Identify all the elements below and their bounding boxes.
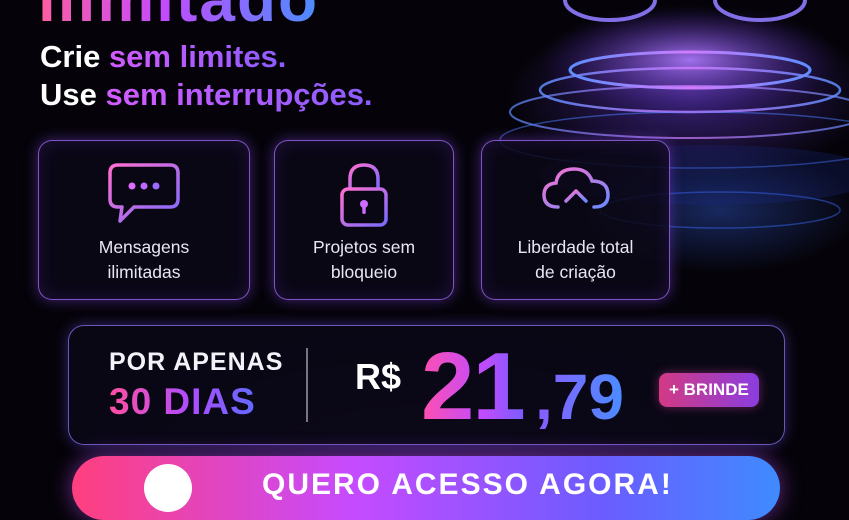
feature-label: Liberdade total de criação (482, 235, 669, 285)
price-offer-box: POR APENAS 30 DIAS R$ 21 ,79 + BRINDE (68, 325, 785, 445)
headline-line-1-prefix: Crie (40, 39, 101, 74)
headline-line-1: Crie sem limites. (40, 38, 373, 76)
feature-label: Mensagens ilimitadas (39, 235, 249, 285)
feature-label: Projetos sem bloqueio (275, 235, 453, 285)
padlock-icon (340, 163, 388, 227)
headline-line-2-prefix: Use (40, 77, 97, 112)
cloud-upload-icon (541, 167, 610, 227)
feature-label-line-2: de criação (535, 262, 616, 282)
offer-duration: 30 DIAS (109, 381, 256, 422)
headline: Crie sem limites. Use sem interrupções. (40, 38, 373, 114)
feature-label-line-1: Liberdade total (517, 237, 634, 257)
feature-card-messages: Mensagens ilimitadas (38, 140, 250, 300)
cta-button[interactable]: QUERO ACESSO AGORA! (72, 456, 780, 520)
cta-logo-icon (144, 464, 192, 512)
price-currency: R$ (355, 356, 402, 397)
feature-label-line-1: Mensagens (98, 237, 190, 257)
headline-line-1-highlight: sem limites. (108, 39, 287, 74)
chat-bubble-icon (108, 163, 180, 223)
headline-line-2-highlight: sem interrupções. (105, 77, 373, 112)
price-cents: ,79 (535, 361, 624, 433)
brand-logo-text: ilimitado (38, 0, 319, 36)
divider (306, 348, 308, 422)
feature-card-freedom: Liberdade total de criação (481, 140, 670, 300)
offer-label-top: POR APENAS (109, 348, 284, 376)
bonus-badge: + BRINDE (659, 373, 759, 407)
price-integer: 21 (421, 333, 526, 440)
feature-label-line-2: ilimitadas (107, 262, 181, 282)
headline-line-2: Use sem interrupções. (40, 76, 373, 114)
feature-label-line-1: Projetos sem (312, 237, 416, 257)
feature-label-line-2: bloqueio (330, 262, 398, 282)
feature-card-projects: Projetos sem bloqueio (274, 140, 454, 300)
cta-label: QUERO ACESSO AGORA! (262, 468, 673, 501)
